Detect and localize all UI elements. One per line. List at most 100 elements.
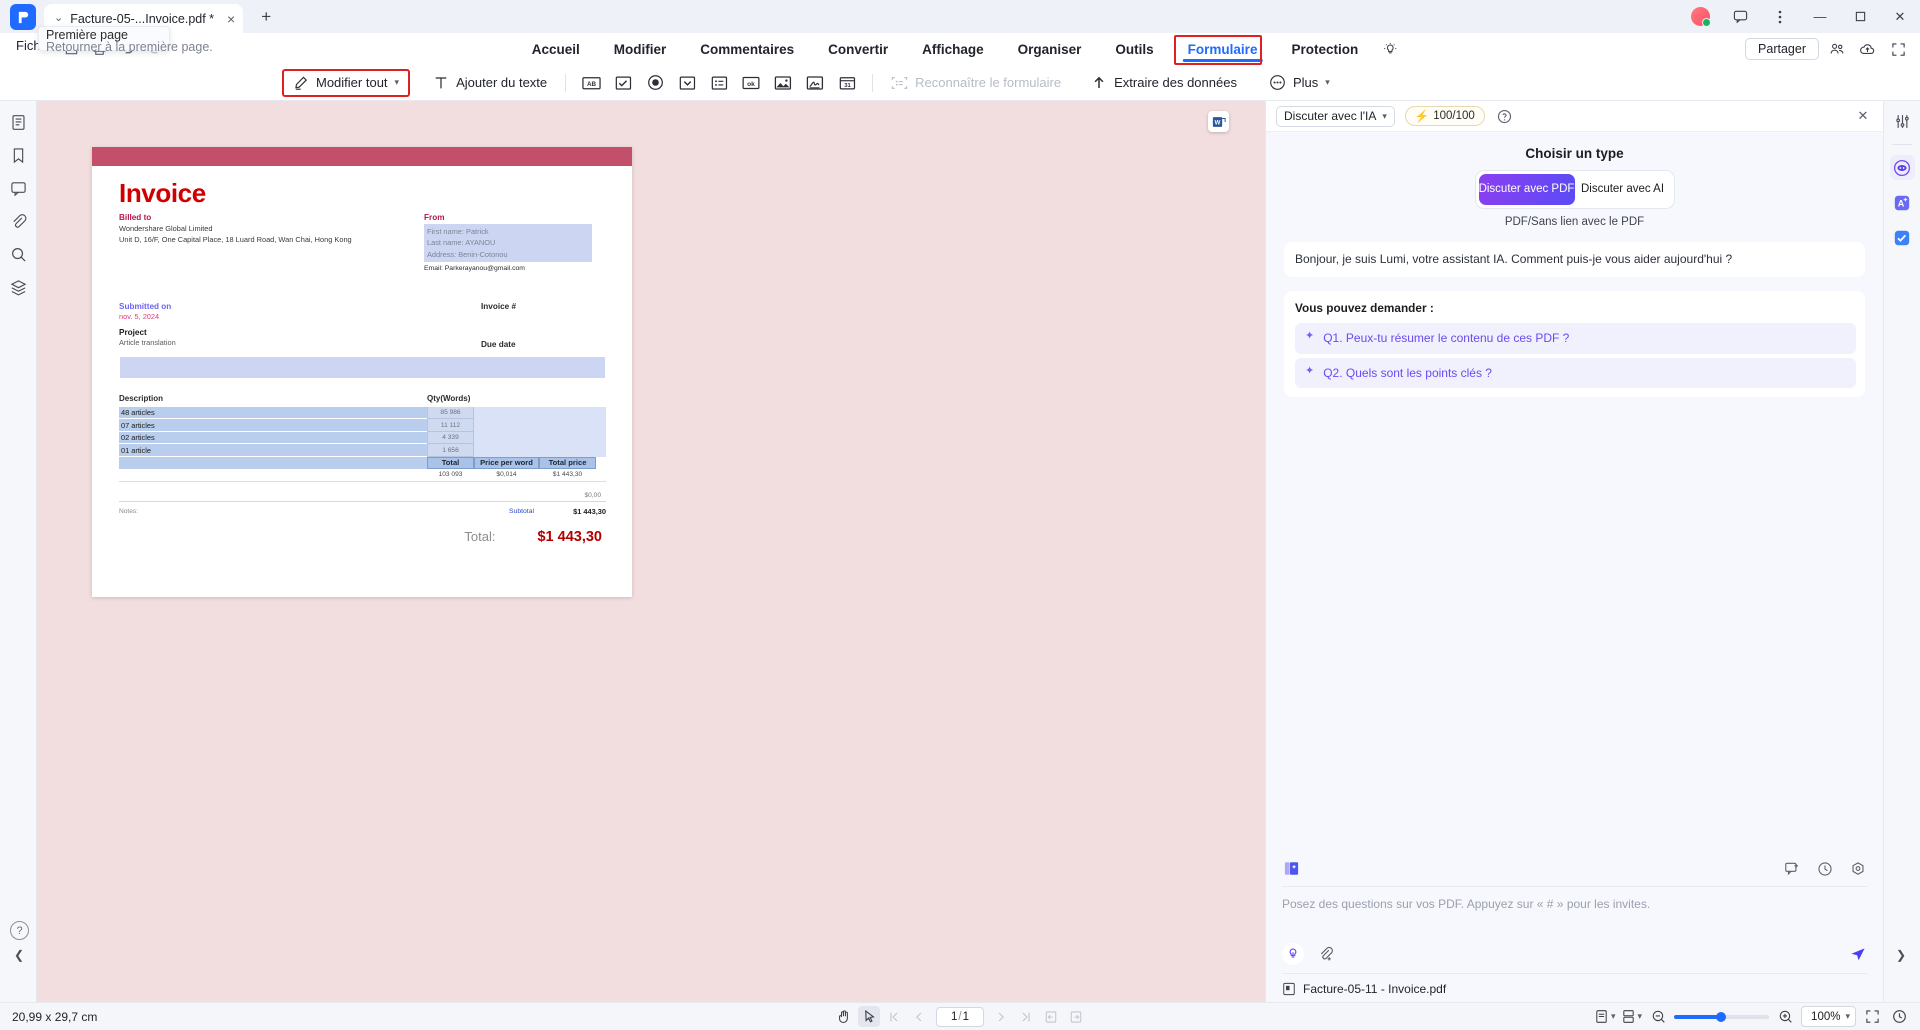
row-qty-field[interactable]: 85 986	[427, 406, 474, 420]
row-qty-field[interactable]: 11 112	[427, 419, 474, 432]
table-row[interactable]: 48 articles 85 986	[119, 406, 606, 420]
suggested-question-1[interactable]: ✦ Q1. Peux-tu résumer le contenu de ces …	[1295, 323, 1856, 354]
attachments-icon[interactable]	[5, 208, 31, 234]
text-field-icon[interactable]: AB	[578, 70, 604, 96]
help-icon[interactable]	[1495, 106, 1515, 126]
grand-total-value: $1 443,30	[537, 528, 602, 545]
scroll-mode-select[interactable]: ▾	[1621, 1009, 1642, 1024]
add-text-button[interactable]: Ajouter du texte	[424, 70, 556, 96]
zoom-slider-handle[interactable]	[1715, 1011, 1726, 1022]
menu-convertir[interactable]: Convertir	[811, 33, 905, 65]
zoom-level-select[interactable]: 100% ▾	[1801, 1006, 1856, 1027]
document-viewport[interactable]: W Invoice Billed to Wondershare Global L…	[37, 101, 1265, 1002]
table-row[interactable]: 02 articles 4 339	[119, 431, 606, 445]
tips-bulb-icon[interactable]	[1375, 33, 1405, 65]
submitted-on-label: Submitted on	[119, 301, 172, 311]
page-number-input[interactable]: 1 / 1	[936, 1006, 984, 1027]
svg-text:ok: ok	[747, 81, 755, 88]
history-icon[interactable]	[1815, 859, 1834, 878]
menu-modifier[interactable]: Modifier	[597, 33, 684, 65]
settings-icon[interactable]	[1848, 859, 1867, 878]
menu-outils[interactable]: Outils	[1098, 33, 1170, 65]
tab-chevron-down-icon[interactable]: ⌄	[54, 13, 63, 24]
suggested-question-2[interactable]: ✦ Q2. Quels sont les points clés ?	[1295, 357, 1856, 388]
list-box-icon[interactable]	[706, 70, 732, 96]
ai-credits-badge[interactable]: ⚡ 100/100	[1404, 106, 1485, 126]
more-options-icon[interactable]	[1760, 0, 1800, 33]
fit-screen-icon[interactable]	[1861, 1006, 1883, 1027]
row-qty-field[interactable]: 4 339	[427, 431, 474, 445]
new-tab-button[interactable]: +	[253, 4, 279, 30]
send-icon[interactable]	[1848, 945, 1867, 964]
comments-panel-icon[interactable]	[5, 175, 31, 201]
form-tools-icon[interactable]	[1890, 225, 1915, 250]
view-settings-icon[interactable]	[1888, 1006, 1910, 1027]
push-button-icon[interactable]: ok	[738, 70, 764, 96]
zero-amount-row: $0,00	[119, 482, 606, 502]
from-form-field[interactable]: First name: Patrick Last name: AYANOU Ad…	[424, 224, 592, 262]
cloud-icon[interactable]	[1854, 36, 1881, 63]
word-export-badge-icon[interactable]: W	[1208, 111, 1229, 132]
menu-accueil[interactable]: Accueil	[515, 33, 597, 65]
radio-button-icon[interactable]	[642, 70, 668, 96]
table-row[interactable]: 07 articles 11 112	[119, 419, 606, 432]
properties-icon[interactable]	[1890, 109, 1915, 134]
row-filler	[474, 444, 606, 457]
more-button[interactable]: Plus ▾	[1260, 70, 1339, 96]
segment-chat-with-pdf[interactable]: Discuter avec PDF	[1478, 174, 1575, 205]
close-window-button[interactable]: ✕	[1880, 0, 1920, 33]
extract-data-button[interactable]: Extraire des données	[1082, 70, 1246, 96]
table-row[interactable]: 01 article 1 656	[119, 444, 606, 457]
zoom-in-button[interactable]	[1774, 1006, 1796, 1027]
due-date-form-field[interactable]	[120, 356, 605, 378]
checkbox-icon[interactable]	[610, 70, 636, 96]
dropdown-icon[interactable]	[674, 70, 700, 96]
fullscreen-icon[interactable]	[1885, 36, 1912, 63]
ai-mode-select[interactable]: Discuter avec l'IA ▾	[1276, 105, 1395, 127]
prompt-bulb-icon[interactable]	[1282, 943, 1304, 965]
attached-file-chip[interactable]: Facture-05-11 - Invoice.pdf	[1282, 973, 1867, 996]
help-icon[interactable]: ?	[10, 921, 29, 940]
chevron-down-icon[interactable]: ▾	[395, 77, 400, 88]
maximize-button[interactable]	[1840, 0, 1880, 33]
ocr-icon[interactable]: A	[1890, 190, 1915, 215]
new-chat-icon[interactable]	[1782, 859, 1801, 878]
row-qty-field[interactable]: 1 656	[427, 444, 474, 457]
collapse-left-panel-button[interactable]: ❮	[8, 944, 30, 966]
menu-formulaire[interactable]: Formulaire	[1171, 33, 1275, 65]
menu-commentaires[interactable]: Commentaires	[683, 33, 811, 65]
comment-icon[interactable]	[1720, 0, 1760, 33]
sparkle-icon: ✦	[1305, 330, 1315, 343]
zoom-out-button[interactable]	[1647, 1006, 1669, 1027]
search-icon[interactable]	[5, 241, 31, 267]
image-field-icon[interactable]	[770, 70, 796, 96]
collapse-right-panel-button[interactable]: ❯	[1890, 944, 1912, 966]
menu-affichage[interactable]: Affichage	[905, 33, 1001, 65]
chevron-down-icon[interactable]: ▾	[1382, 111, 1387, 122]
attach-file-icon[interactable]	[1316, 945, 1335, 964]
collaborate-icon[interactable]	[1823, 36, 1850, 63]
avatar[interactable]	[1680, 0, 1720, 33]
close-ai-panel-icon[interactable]: ✕	[1853, 106, 1873, 126]
hand-tool-icon[interactable]	[833, 1006, 855, 1027]
ai-composer[interactable]: Posez des questions sur vos PDF. Appuyez…	[1282, 885, 1867, 965]
chevron-down-icon-more[interactable]: ▾	[1325, 77, 1330, 88]
ai-assistant-icon[interactable]	[1889, 155, 1915, 180]
page-layout-select[interactable]: ▾	[1594, 1009, 1616, 1024]
layers-icon[interactable]	[5, 274, 31, 300]
select-tool-icon[interactable]	[858, 1006, 880, 1027]
library-icon[interactable]	[1282, 859, 1301, 878]
thumbnails-icon[interactable]	[5, 109, 31, 135]
close-icon[interactable]: ×	[227, 12, 235, 26]
edit-all-button[interactable]: Modifier tout ▾	[282, 68, 411, 97]
menu-protection[interactable]: Protection	[1274, 33, 1375, 65]
signature-field-icon[interactable]	[802, 70, 828, 96]
minimize-button[interactable]: —	[1800, 0, 1840, 33]
zoom-slider[interactable]	[1674, 1011, 1770, 1022]
date-field-icon[interactable]: 31	[834, 70, 860, 96]
bookmarks-icon[interactable]	[5, 142, 31, 168]
segment-chat-with-ai[interactable]: Discuter avec AI	[1575, 174, 1671, 205]
menu-organiser[interactable]: Organiser	[1001, 33, 1099, 65]
pdf-page[interactable]: Invoice Billed to Wondershare Global Lim…	[92, 147, 632, 597]
share-button[interactable]: Partager	[1745, 38, 1819, 60]
